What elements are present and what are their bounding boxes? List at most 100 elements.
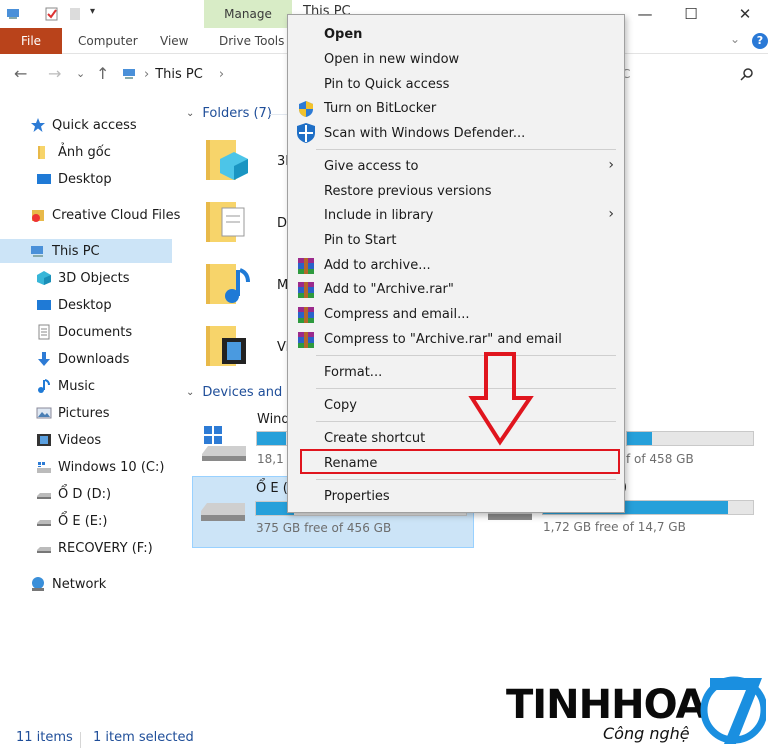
menu-item-add-archive[interactable]: Add to archive...	[288, 253, 624, 277]
sidebar-item-label: Desktop	[58, 297, 112, 313]
menu-item-pin-start[interactable]: Pin to Start	[288, 228, 624, 252]
sidebar-item-pictures[interactable]: Pictures	[0, 401, 172, 425]
new-folder-icon[interactable]	[68, 6, 84, 22]
drive-icon	[37, 520, 51, 526]
menu-item-pin-quick-access[interactable]: Pin to Quick access	[288, 72, 624, 96]
drive-free-space: 375 GB free of 456 GB	[256, 521, 392, 535]
tinhhoa-logo: TINHHOA Công nghệ	[500, 668, 768, 752]
sidebar-item-label: Music	[58, 378, 95, 394]
sidebar-item-anh-goc[interactable]: Ảnh gốc	[0, 140, 172, 164]
maximize-button[interactable]: ☐	[668, 2, 714, 26]
sidebar-item-drive-d[interactable]: Ổ D (D:)	[0, 482, 172, 506]
sidebar-item-desktop-quick[interactable]: Desktop	[0, 167, 172, 191]
document-icon	[38, 324, 50, 340]
expand-ribbon-icon[interactable]: ⌄	[730, 32, 740, 46]
computer-icon	[123, 69, 135, 79]
drive-name: Wind	[257, 412, 290, 427]
desktop-icon	[37, 174, 51, 184]
menu-item-restore-versions[interactable]: Restore previous versions	[288, 179, 624, 203]
breadcrumb-dropdown[interactable]: ›	[219, 67, 224, 82]
customize-toolbar-icon[interactable]: ▾	[90, 6, 106, 22]
context-menu: Open Open in new window Pin to Quick acc…	[287, 14, 625, 513]
status-item-count: 11 items	[16, 730, 73, 745]
menu-separator	[316, 388, 616, 389]
chevron-down-icon: ⌄	[186, 108, 195, 119]
winrar-icon	[298, 282, 314, 298]
folder-3d-objects[interactable]: 3D O	[200, 132, 310, 192]
drive-name: Ổ E (	[256, 481, 288, 496]
sidebar-item-desktop[interactable]: Desktop	[0, 293, 172, 317]
recent-locations-button[interactable]: ⌄	[76, 67, 85, 80]
drive-free-space: 1,72 GB free of 14,7 GB	[543, 520, 686, 534]
folders-group-header[interactable]: ⌄ Folders (7)	[186, 106, 272, 121]
annotation-arrow-icon	[468, 352, 534, 446]
tab-drive-tools[interactable]: Drive Tools	[219, 34, 284, 48]
folder-music[interactable]: Musi	[200, 256, 307, 316]
group-title: Folders (7)	[202, 106, 272, 121]
folder-videos[interactable]: Vide	[200, 318, 305, 378]
computer-icon[interactable]	[6, 6, 22, 22]
sidebar-item-this-pc[interactable]: This PC	[0, 239, 172, 263]
sidebar-item-label: RECOVERY (F:)	[58, 540, 153, 556]
sidebar-item-videos[interactable]: Videos	[0, 428, 172, 452]
chevron-right-icon: ›	[608, 206, 614, 222]
menu-item-include-library[interactable]: Include in library ›	[288, 203, 624, 227]
sidebar-item-creative-cloud[interactable]: Creative Cloud Files	[0, 203, 180, 227]
menu-item-open[interactable]: Open	[288, 22, 624, 46]
folder-documents[interactable]: Docu	[200, 194, 310, 254]
sidebar-item-label: Videos	[58, 432, 102, 448]
menu-item-windows-defender[interactable]: Scan with Windows Defender...	[288, 121, 624, 145]
tab-manage[interactable]: Manage	[204, 0, 292, 28]
menu-item-open-new-window[interactable]: Open in new window	[288, 47, 624, 71]
menu-item-properties[interactable]: Properties	[288, 484, 624, 508]
sidebar-item-network[interactable]: Network	[0, 572, 172, 596]
menu-separator	[316, 355, 616, 356]
sidebar-item-music[interactable]: Music	[0, 374, 172, 398]
close-button[interactable]: ✕	[722, 2, 768, 26]
bitlocker-shield-icon	[299, 101, 313, 117]
sidebar-item-label: Pictures	[58, 405, 110, 421]
sidebar-item-label: Ổ D (D:)	[58, 486, 112, 502]
search-input[interactable]: C	[612, 61, 762, 87]
tab-file[interactable]: File	[0, 28, 62, 54]
back-button[interactable]: ←	[14, 64, 27, 83]
sidebar-item-3d-objects[interactable]: 3D Objects	[0, 266, 172, 290]
minimize-button[interactable]: —	[622, 2, 668, 26]
devices-group-header[interactable]: ⌄ Devices and d	[186, 385, 295, 400]
sidebar-item-label: Documents	[58, 324, 133, 340]
sidebar-item-drive-c[interactable]: Windows 10 (C:)	[0, 455, 172, 479]
menu-item-compress-email[interactable]: Compress and email...	[288, 302, 624, 326]
breadcrumb[interactable]: This PC	[155, 67, 203, 82]
navigation-pane: Quick access Ảnh gốc Desktop Creative Cl…	[0, 104, 180, 704]
sidebar-item-drive-f[interactable]: RECOVERY (F:)	[0, 536, 172, 560]
menu-item-format[interactable]: Format...	[288, 360, 624, 384]
computer-icon	[31, 246, 43, 257]
menu-item-give-access[interactable]: Give access to ›	[288, 154, 624, 178]
sidebar-item-label: Windows 10 (C:)	[58, 459, 165, 475]
sidebar-item-label: 3D Objects	[58, 270, 130, 286]
menu-item-add-archive-rar[interactable]: Add to "Archive.rar"	[288, 277, 624, 301]
cube-icon	[37, 271, 51, 285]
address-bar[interactable]: › This PC ›	[118, 61, 290, 87]
menu-item-create-shortcut[interactable]: Create shortcut	[288, 426, 624, 450]
folder-documents-icon	[206, 202, 245, 242]
tab-view[interactable]: View	[160, 34, 188, 48]
search-icon	[740, 68, 753, 81]
rename-highlight-box	[300, 449, 620, 474]
sidebar-item-drive-e[interactable]: Ổ E (E:)	[0, 509, 172, 533]
menu-item-bitlocker[interactable]: Turn on BitLocker	[288, 96, 624, 120]
drive-icon	[37, 547, 51, 553]
sidebar-item-downloads[interactable]: Downloads	[0, 347, 172, 371]
menu-item-compress-rar-email[interactable]: Compress to "Archive.rar" and email	[288, 327, 624, 351]
divider	[80, 732, 81, 748]
drive-usage-bar	[626, 431, 754, 446]
drive-icon	[201, 503, 245, 521]
sidebar-item-documents[interactable]: Documents	[0, 320, 172, 344]
properties-icon[interactable]	[44, 6, 60, 22]
tab-computer[interactable]: Computer	[78, 34, 138, 48]
up-button[interactable]: ↑	[96, 64, 109, 83]
forward-button[interactable]: →	[48, 64, 61, 83]
menu-item-copy[interactable]: Copy	[288, 393, 624, 417]
sidebar-item-quick-access[interactable]: Quick access	[0, 113, 172, 137]
help-icon[interactable]: ?	[752, 33, 768, 49]
